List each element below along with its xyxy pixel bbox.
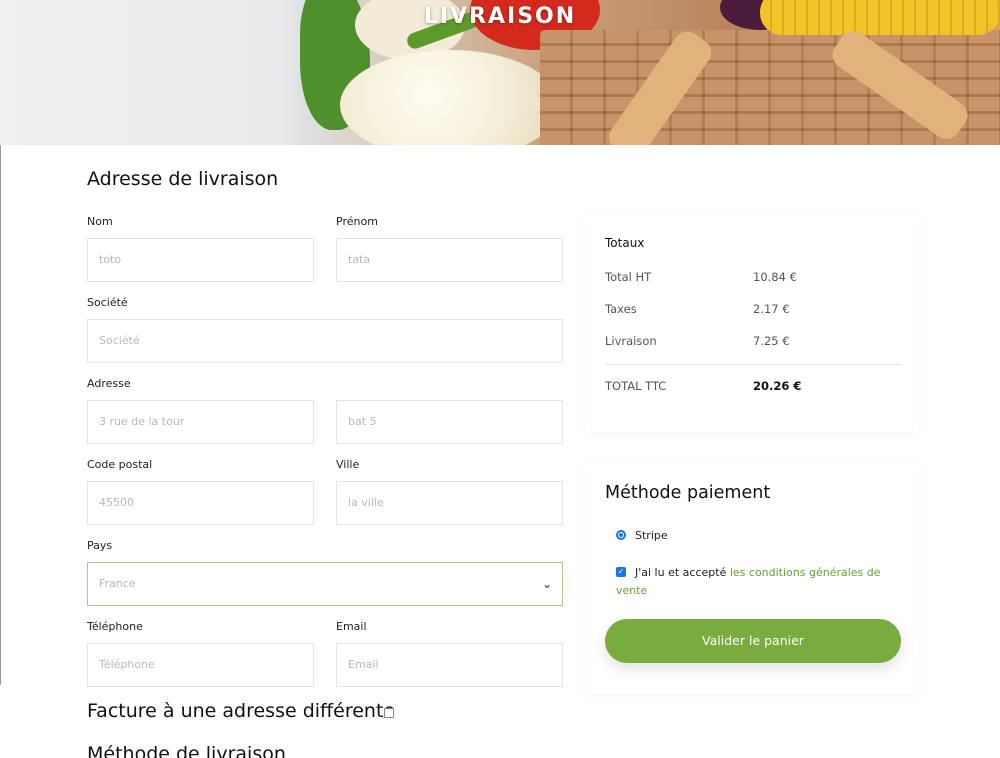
nom-input[interactable]: toto bbox=[87, 238, 314, 282]
nom-label: Nom bbox=[87, 215, 113, 228]
total-ht-value: 10.84 € bbox=[753, 270, 797, 284]
societe-label: Société bbox=[87, 296, 128, 309]
terms-text: J'ai lu et accepté les conditions généra… bbox=[635, 564, 895, 582]
livraison-label: Livraison bbox=[605, 334, 657, 348]
terms-prefix: J'ai lu et accepté bbox=[635, 566, 727, 579]
taxes-label: Taxes bbox=[605, 302, 637, 316]
stripe-label: Stripe bbox=[635, 529, 668, 542]
payment-title: Méthode paiement bbox=[605, 483, 771, 503]
hero-cauliflower-shape bbox=[340, 50, 560, 145]
ville-input[interactable]: la ville bbox=[336, 481, 563, 525]
terms-link-continued[interactable]: vente bbox=[616, 582, 647, 600]
telephone-label: Téléphone bbox=[87, 620, 143, 633]
ville-label: Ville bbox=[336, 458, 360, 471]
prenom-input[interactable]: tata bbox=[336, 238, 563, 282]
submit-cart-button[interactable]: Valider le panier bbox=[605, 619, 901, 663]
code-postal-label: Code postal bbox=[87, 458, 153, 471]
stripe-radio[interactable] bbox=[616, 530, 626, 540]
telephone-input[interactable]: Téléphone bbox=[87, 643, 314, 687]
pays-select[interactable]: France ⌄ bbox=[87, 562, 563, 606]
email-input[interactable]: Email bbox=[336, 643, 563, 687]
totals-title: Totaux bbox=[605, 236, 645, 250]
email-label: Email bbox=[336, 620, 367, 633]
adresse-line2-input[interactable]: bat 5 bbox=[336, 400, 563, 444]
delivery-method-title: Méthode de livraison bbox=[87, 743, 286, 758]
code-postal-input[interactable]: 45500 bbox=[87, 481, 314, 525]
pays-select-value: France bbox=[99, 577, 136, 590]
livraison-value: 7.25 € bbox=[753, 334, 790, 348]
page-title: LIVRAISON bbox=[423, 4, 577, 29]
total-ttc-label: TOTAL TTC bbox=[605, 379, 667, 393]
terms-link[interactable]: les conditions générales de bbox=[730, 566, 881, 579]
billing-different-checkbox[interactable] bbox=[384, 708, 394, 718]
societe-input[interactable]: Société bbox=[87, 319, 563, 363]
adresse-line1-input[interactable]: 3 rue de la tour bbox=[87, 400, 314, 444]
total-ht-label: Total HT bbox=[605, 270, 652, 284]
prenom-label: Prénom bbox=[336, 215, 378, 228]
pays-label: Pays bbox=[87, 539, 113, 552]
left-border bbox=[0, 145, 1, 685]
totals-divider bbox=[605, 364, 901, 365]
taxes-value: 2.17 € bbox=[753, 302, 790, 316]
total-ttc-value: 20.26 € bbox=[753, 379, 802, 393]
adresse-label: Adresse bbox=[87, 377, 131, 390]
shipping-title: Adresse de livraison bbox=[87, 168, 279, 190]
chevron-down-icon: ⌄ bbox=[541, 577, 552, 591]
terms-checkbox[interactable]: ✓ bbox=[616, 567, 626, 577]
hero-banner: LIVRAISON bbox=[0, 0, 1000, 145]
billing-different-label: Facture à une adresse différente bbox=[87, 700, 396, 722]
